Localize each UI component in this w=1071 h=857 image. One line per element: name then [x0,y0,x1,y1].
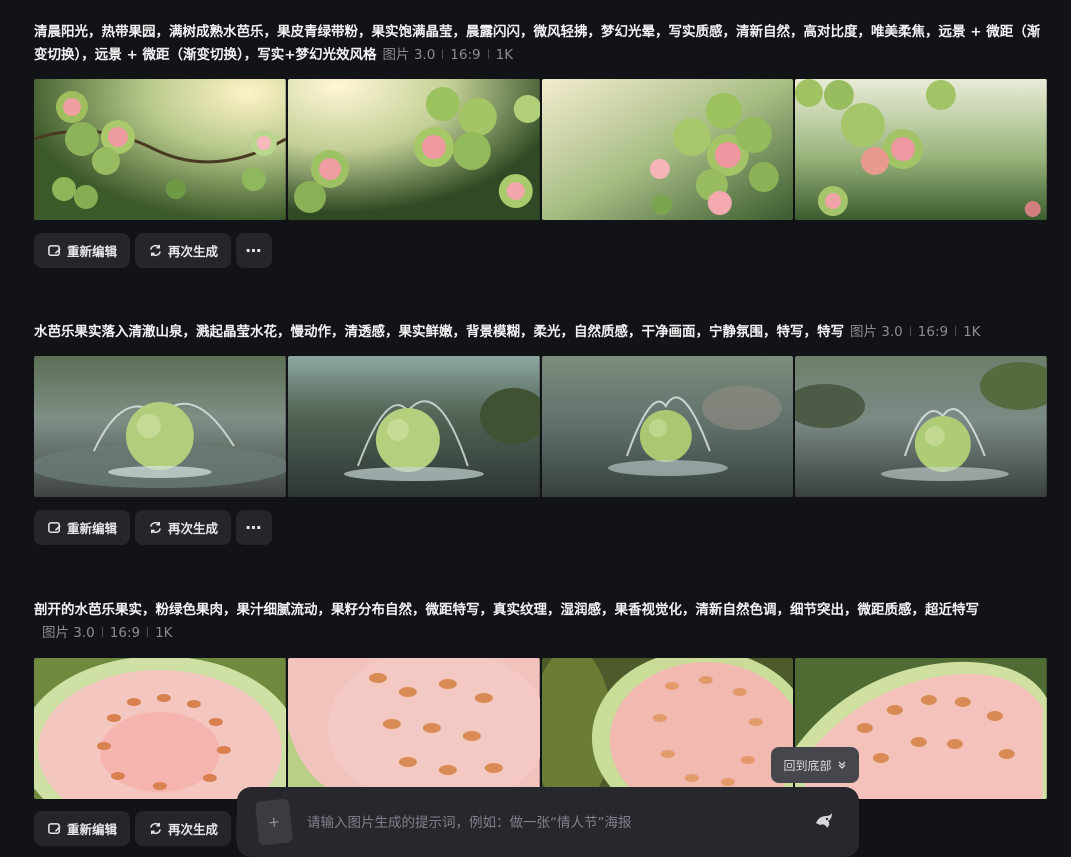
refresh-icon [148,821,163,836]
ellipsis-icon: ⋯ [245,241,263,260]
image-grid [34,79,1047,220]
model-label: 图片 3.0 [42,625,95,641]
generated-image[interactable] [287,79,540,220]
re-edit-button[interactable]: 重新编辑 [34,510,131,545]
generation-group: 清晨阳光，热带果园，满树成熟水芭乐，果皮青绿带粉，果实饱满晶莹，晨露闪闪，微风轻… [34,21,1047,268]
generated-image[interactable] [541,658,794,799]
refresh-icon [148,520,163,535]
generation-feed: 清晨阳光，热带果园，满树成熟水芭乐，果皮青绿带粉，果实饱满晶莹，晨露闪闪，微风轻… [0,0,1071,857]
generate-button[interactable] [813,810,835,832]
image-grid [34,356,1047,497]
scroll-to-bottom-label: 回到底部 [783,758,832,773]
regenerate-label: 再次生成 [168,822,219,837]
generated-image[interactable] [34,79,286,220]
generated-image[interactable] [795,79,1047,220]
prompt-text: 清晨阳光，热带果园，满树成熟水芭乐，果皮青绿带粉，果实饱满晶莹，晨露闪闪，微风轻… [34,21,1047,67]
regenerate-button[interactable]: 再次生成 [135,233,232,268]
prompt-content: 清晨阳光，热带果园，满树成熟水芭乐，果皮青绿带粉，果实饱满晶莹，晨露闪闪，微风轻… [34,24,1041,63]
guava-cut-image [541,658,794,799]
generated-image[interactable] [795,356,1047,497]
re-edit-label: 重新编辑 [67,521,118,536]
regenerate-button[interactable]: 再次生成 [135,811,232,846]
re-edit-label: 重新编辑 [67,244,118,259]
guava-orchard-image [34,79,286,220]
edit-icon [47,821,62,836]
generated-image[interactable] [541,356,794,497]
resolution-label: 1K [495,47,514,63]
generated-image[interactable] [287,658,540,799]
guava-orchard-image [287,79,540,220]
image-grid [34,658,1047,799]
guava-cut-image [287,658,540,799]
generation-group: 剖开的水芭乐果实，粉绿色果肉，果汁细腻流动，果籽分布自然，微距特写，真实纹理，湿… [34,599,1047,846]
refresh-icon [148,243,163,258]
add-reference-image-button[interactable]: + [254,798,294,846]
meta-divider [442,49,444,59]
guava-splash-image [287,356,540,497]
prompt-text: 剖开的水芭乐果实，粉绿色果肉，果汁细腻流动，果籽分布自然，微距特写，真实纹理，湿… [34,599,1047,645]
resolution-label: 1K [963,324,981,340]
prompt-text: 水芭乐果实落入清澈山泉，溅起晶莹水花，慢动作，清透感，果实鲜嫩，背景模糊，柔光，… [34,321,1047,344]
edit-icon [47,520,62,535]
guava-splash-image [541,356,794,497]
guava-orchard-image [795,79,1047,220]
action-bar: 重新编辑 再次生成 ⋯ [34,510,273,545]
generation-meta: 图片 3.0 16:9 1K [850,324,981,340]
meta-divider [147,627,149,637]
aspect-ratio-label: 16:9 [109,625,141,641]
re-edit-button[interactable]: 重新编辑 [34,811,131,846]
meta-divider [101,627,103,637]
plus-icon: + [266,812,282,832]
re-edit-label: 重新编辑 [67,822,118,837]
generated-image[interactable] [287,356,540,497]
regenerate-button[interactable]: 再次生成 [135,510,232,545]
prompt-composer: + [237,787,859,857]
regenerate-label: 再次生成 [168,244,219,259]
aspect-ratio-label: 16:9 [917,324,949,340]
scroll-to-bottom-button[interactable]: 回到底部 [771,747,859,783]
more-options-button[interactable]: ⋯ [236,510,273,545]
guava-splash-image [34,356,286,497]
edit-icon [47,243,62,258]
more-options-button[interactable]: ⋯ [236,233,273,268]
aspect-ratio-label: 16:9 [450,47,481,63]
model-label: 图片 3.0 [382,47,436,63]
generated-image[interactable] [34,356,286,497]
re-edit-button[interactable]: 重新编辑 [34,233,131,268]
resolution-label: 1K [155,625,173,641]
guava-splash-image [795,356,1047,497]
prompt-input[interactable] [307,813,777,833]
meta-divider [909,326,911,336]
generated-image[interactable] [34,658,286,799]
send-icon [816,813,832,828]
ellipsis-icon: ⋯ [245,518,263,537]
guava-orchard-image [541,79,794,220]
generation-meta: 图片 3.0 16:9 1K [383,47,514,63]
model-label: 图片 3.0 [850,324,903,340]
generation-group: 水芭乐果实落入清澈山泉，溅起晶莹水花，慢动作，清透感，果实鲜嫩，背景模糊，柔光，… [34,321,1047,545]
action-bar: 重新编辑 再次生成 ⋯ [34,233,273,268]
chevron-down-icon [837,760,847,770]
meta-divider [955,326,957,336]
generation-meta: 图片 3.0 16:9 1K [42,622,1047,645]
meta-divider [487,49,489,59]
regenerate-label: 再次生成 [168,521,219,536]
guava-cut-image [34,658,286,799]
prompt-content: 水芭乐果实落入清澈山泉，溅起晶莹水花，慢动作，清透感，果实鲜嫩，背景模糊，柔光，… [34,324,844,340]
generated-image[interactable] [541,79,794,220]
prompt-content: 剖开的水芭乐果实，粉绿色果肉，果汁细腻流动，果籽分布自然，微距特写，真实纹理，湿… [34,602,979,618]
